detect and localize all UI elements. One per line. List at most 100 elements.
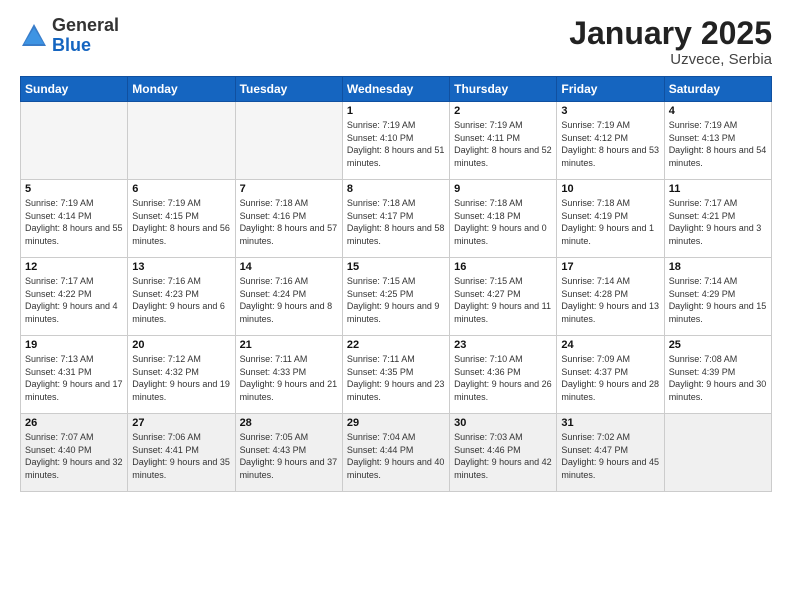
calendar-week-3: 12Sunrise: 7:17 AM Sunset: 4:22 PM Dayli… — [21, 258, 772, 336]
weekday-header-row: SundayMondayTuesdayWednesdayThursdayFrid… — [21, 77, 772, 102]
calendar-subtitle: Uzvece, Serbia — [569, 51, 772, 68]
calendar-cell: 13 Sunrise: 7:16 AM Sunset: 4:23 PM Dayli… — [128, 258, 235, 336]
day-info: Sunrise: 7:19 AM Sunset: 4:15 PM Dayligh… — [132, 197, 230, 247]
day-number: 2 — [454, 105, 552, 117]
calendar-cell — [128, 102, 235, 180]
day-number: 23 — [454, 339, 552, 351]
day-number: 16 — [454, 261, 552, 273]
calendar-cell: 16Sunrise: 7:15 AM Sunset: 4:27 PM Dayli… — [450, 258, 557, 336]
calendar-cell — [664, 414, 771, 492]
calendar-week-5: 26 Sunrise: 7:07 AM Sunset: 4:40 PM Dayli… — [21, 414, 772, 492]
day-number: 31 — [561, 417, 659, 429]
calendar-cell: 29 Sunrise: 7:04 AM Sunset: 4:44 PM Dayli… — [342, 414, 449, 492]
day-info: Sunrise: 7:13 AM Sunset: 4:31 PM Dayligh… — [25, 353, 123, 403]
day-info: Sunrise: 7:19 AM Sunset: 4:11 PM Dayligh… — [454, 119, 552, 169]
day-info: Sunrise: 7:15 AM Sunset: 4:25 PM Dayligh… — [347, 275, 445, 325]
calendar-cell: 21 Sunrise: 7:11 AM Sunset: 4:33 PM Dayli… — [235, 336, 342, 414]
header: General Blue January 2025 Uzvece, Serbia — [20, 16, 772, 68]
calendar-cell: 12Sunrise: 7:17 AM Sunset: 4:22 PM Dayli… — [21, 258, 128, 336]
day-info: Sunrise: 7:18 AM Sunset: 4:16 PM Dayligh… — [240, 197, 338, 247]
day-number: 21 — [240, 339, 338, 351]
day-info: Sunrise: 7:19 AM Sunset: 4:13 PM Dayligh… — [669, 119, 767, 169]
day-info: Sunrise: 7:18 AM Sunset: 4:17 PM Dayligh… — [347, 197, 445, 247]
calendar-body: 1 Sunrise: 7:19 AM Sunset: 4:10 PM Daylig… — [21, 102, 772, 492]
day-info: Sunrise: 7:08 AM Sunset: 4:39 PM Dayligh… — [669, 353, 767, 403]
day-number: 29 — [347, 417, 445, 429]
calendar-cell: 6 Sunrise: 7:19 AM Sunset: 4:15 PM Daylig… — [128, 180, 235, 258]
weekday-header-thursday: Thursday — [450, 77, 557, 102]
calendar-cell: 24Sunrise: 7:09 AM Sunset: 4:37 PM Dayli… — [557, 336, 664, 414]
day-info: Sunrise: 7:02 AM Sunset: 4:47 PM Dayligh… — [561, 431, 659, 481]
calendar-cell: 27Sunrise: 7:06 AM Sunset: 4:41 PM Dayli… — [128, 414, 235, 492]
weekday-header-saturday: Saturday — [664, 77, 771, 102]
day-info: Sunrise: 7:19 AM Sunset: 4:10 PM Dayligh… — [347, 119, 445, 169]
day-info: Sunrise: 7:18 AM Sunset: 4:19 PM Dayligh… — [561, 197, 659, 247]
calendar-cell: 25 Sunrise: 7:08 AM Sunset: 4:39 PM Dayli… — [664, 336, 771, 414]
calendar-cell: 18Sunrise: 7:14 AM Sunset: 4:29 PM Dayli… — [664, 258, 771, 336]
day-number: 17 — [561, 261, 659, 273]
day-number: 8 — [347, 183, 445, 195]
day-number: 4 — [669, 105, 767, 117]
day-info: Sunrise: 7:07 AM Sunset: 4:40 PM Dayligh… — [25, 431, 123, 481]
day-info: Sunrise: 7:04 AM Sunset: 4:44 PM Dayligh… — [347, 431, 445, 481]
day-info: Sunrise: 7:11 AM Sunset: 4:33 PM Dayligh… — [240, 353, 338, 403]
day-number: 24 — [561, 339, 659, 351]
calendar-cell — [235, 102, 342, 180]
day-number: 1 — [347, 105, 445, 117]
day-number: 11 — [669, 183, 767, 195]
calendar-cell: 10Sunrise: 7:18 AM Sunset: 4:19 PM Dayli… — [557, 180, 664, 258]
day-number: 15 — [347, 261, 445, 273]
day-info: Sunrise: 7:16 AM Sunset: 4:23 PM Dayligh… — [132, 275, 230, 325]
logo-icon — [20, 22, 48, 50]
calendar-week-4: 19Sunrise: 7:13 AM Sunset: 4:31 PM Dayli… — [21, 336, 772, 414]
page: General Blue January 2025 Uzvece, Serbia… — [0, 0, 792, 502]
calendar-cell: 9Sunrise: 7:18 AM Sunset: 4:18 PM Daylig… — [450, 180, 557, 258]
day-number: 30 — [454, 417, 552, 429]
calendar-cell: 31 Sunrise: 7:02 AM Sunset: 4:47 PM Dayli… — [557, 414, 664, 492]
calendar-header: SundayMondayTuesdayWednesdayThursdayFrid… — [21, 77, 772, 102]
day-number: 6 — [132, 183, 230, 195]
calendar-cell: 28 Sunrise: 7:05 AM Sunset: 4:43 PM Dayli… — [235, 414, 342, 492]
day-info: Sunrise: 7:12 AM Sunset: 4:32 PM Dayligh… — [132, 353, 230, 403]
logo-text: General Blue — [52, 16, 119, 56]
day-number: 14 — [240, 261, 338, 273]
day-info: Sunrise: 7:14 AM Sunset: 4:29 PM Dayligh… — [669, 275, 767, 325]
calendar-cell: 8 Sunrise: 7:18 AM Sunset: 4:17 PM Daylig… — [342, 180, 449, 258]
logo: General Blue — [20, 16, 119, 56]
calendar-cell: 14Sunrise: 7:16 AM Sunset: 4:24 PM Dayli… — [235, 258, 342, 336]
calendar-cell: 26 Sunrise: 7:07 AM Sunset: 4:40 PM Dayli… — [21, 414, 128, 492]
calendar-cell: 3Sunrise: 7:19 AM Sunset: 4:12 PM Daylig… — [557, 102, 664, 180]
calendar-table: SundayMondayTuesdayWednesdayThursdayFrid… — [20, 76, 772, 492]
calendar-cell: 22 Sunrise: 7:11 AM Sunset: 4:35 PM Dayli… — [342, 336, 449, 414]
calendar-cell: 4 Sunrise: 7:19 AM Sunset: 4:13 PM Daylig… — [664, 102, 771, 180]
weekday-header-tuesday: Tuesday — [235, 77, 342, 102]
weekday-header-monday: Monday — [128, 77, 235, 102]
day-info: Sunrise: 7:19 AM Sunset: 4:14 PM Dayligh… — [25, 197, 123, 247]
calendar-cell: 2 Sunrise: 7:19 AM Sunset: 4:11 PM Daylig… — [450, 102, 557, 180]
calendar-week-1: 1 Sunrise: 7:19 AM Sunset: 4:10 PM Daylig… — [21, 102, 772, 180]
day-number: 9 — [454, 183, 552, 195]
logo-blue: Blue — [52, 35, 91, 55]
calendar-cell: 20Sunrise: 7:12 AM Sunset: 4:32 PM Dayli… — [128, 336, 235, 414]
day-info: Sunrise: 7:17 AM Sunset: 4:21 PM Dayligh… — [669, 197, 767, 247]
day-info: Sunrise: 7:11 AM Sunset: 4:35 PM Dayligh… — [347, 353, 445, 403]
day-number: 28 — [240, 417, 338, 429]
calendar-cell: 1 Sunrise: 7:19 AM Sunset: 4:10 PM Daylig… — [342, 102, 449, 180]
calendar-cell: 15 Sunrise: 7:15 AM Sunset: 4:25 PM Dayli… — [342, 258, 449, 336]
calendar-cell: 30 Sunrise: 7:03 AM Sunset: 4:46 PM Dayli… — [450, 414, 557, 492]
day-number: 26 — [25, 417, 123, 429]
calendar-week-2: 5Sunrise: 7:19 AM Sunset: 4:14 PM Daylig… — [21, 180, 772, 258]
day-number: 7 — [240, 183, 338, 195]
weekday-header-sunday: Sunday — [21, 77, 128, 102]
day-info: Sunrise: 7:03 AM Sunset: 4:46 PM Dayligh… — [454, 431, 552, 481]
calendar-cell: 11 Sunrise: 7:17 AM Sunset: 4:21 PM Dayli… — [664, 180, 771, 258]
calendar-cell — [21, 102, 128, 180]
calendar-title: January 2025 — [569, 16, 772, 51]
day-number: 22 — [347, 339, 445, 351]
day-info: Sunrise: 7:10 AM Sunset: 4:36 PM Dayligh… — [454, 353, 552, 403]
day-number: 25 — [669, 339, 767, 351]
day-info: Sunrise: 7:05 AM Sunset: 4:43 PM Dayligh… — [240, 431, 338, 481]
day-info: Sunrise: 7:06 AM Sunset: 4:41 PM Dayligh… — [132, 431, 230, 481]
day-number: 12 — [25, 261, 123, 273]
day-number: 13 — [132, 261, 230, 273]
